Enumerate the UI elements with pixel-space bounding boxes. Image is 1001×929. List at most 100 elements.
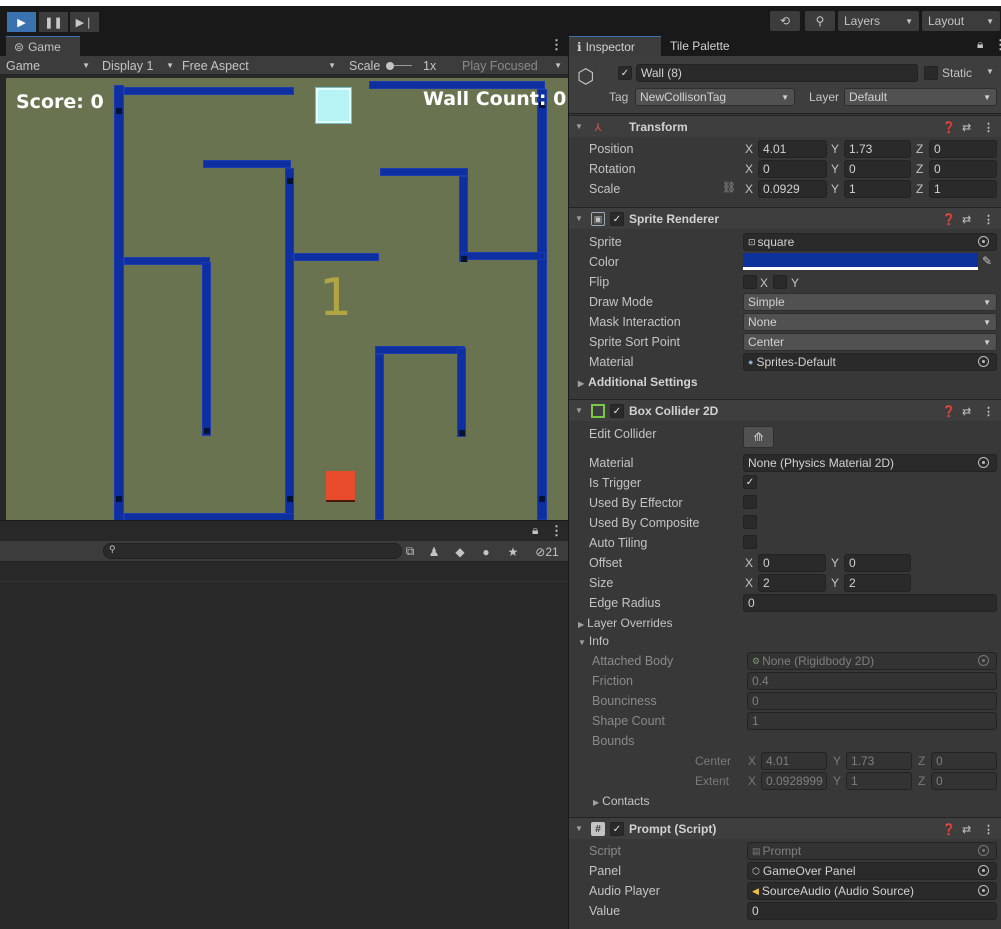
presets-icon[interactable]: ⇄: [962, 121, 971, 134]
search-input[interactable]: ⚲: [103, 543, 402, 559]
static-dropdown-icon[interactable]: ▼: [986, 67, 994, 76]
collider-material-field[interactable]: None (Physics Material 2D): [743, 454, 997, 472]
game-view[interactable]: 1 Score: 0 Wall Count: 0: [6, 78, 568, 520]
contacts-foldout[interactable]: ▶ Contacts: [593, 794, 650, 808]
object-picker-icon[interactable]: [978, 457, 989, 468]
aspect-dropdown[interactable]: Free Aspect: [182, 56, 342, 75]
bounciness-field: 0: [747, 692, 997, 710]
step-button[interactable]: ▶❘: [70, 12, 99, 32]
component-menu-icon[interactable]: ⋮: [983, 213, 994, 226]
draw-mode-dropdown[interactable]: Simple: [743, 293, 997, 311]
rotation-x-field[interactable]: 0: [758, 160, 827, 178]
play-focused-dropdown[interactable]: Play Focused: [462, 56, 568, 75]
component-menu-icon[interactable]: ⋮: [983, 405, 994, 418]
error-icon[interactable]: ●: [478, 544, 494, 559]
filter-assets-icon[interactable]: ♟: [426, 544, 442, 559]
prompt-script-enabled-checkbox[interactable]: ✓: [610, 822, 624, 836]
audio-player-field[interactable]: ◀ SourceAudio (Audio Source): [747, 882, 997, 900]
layers-dropdown[interactable]: Layers: [838, 11, 919, 31]
used-by-effector-checkbox[interactable]: [743, 495, 757, 509]
presets-icon[interactable]: ⇄: [962, 823, 971, 836]
history-button[interactable]: ⟲: [770, 11, 800, 31]
transform-header[interactable]: ▼ ⅄ Transform ❓ ⇄ ⋮: [569, 115, 1001, 137]
object-picker-icon[interactable]: [978, 865, 989, 876]
score-text: Score: 0: [16, 91, 104, 113]
bounds-extent-label: Extent: [695, 774, 730, 788]
object-picker-icon[interactable]: [978, 356, 989, 367]
scale-y-field[interactable]: 1: [844, 180, 911, 198]
tab-game[interactable]: ⊜ Game: [6, 36, 80, 56]
help-icon[interactable]: ❓: [942, 121, 956, 134]
offset-y-field[interactable]: 0: [844, 554, 911, 572]
scale-slider-handle[interactable]: [386, 61, 394, 70]
eyedropper-icon[interactable]: ✎: [982, 254, 992, 268]
offset-x-field[interactable]: 0: [758, 554, 826, 572]
help-icon[interactable]: ❓: [942, 405, 956, 418]
material-field[interactable]: ● Sprites-Default: [743, 353, 997, 371]
help-icon[interactable]: ❓: [942, 213, 956, 226]
object-picker-icon[interactable]: [978, 885, 989, 896]
scale-x-field[interactable]: 0.0929: [758, 180, 827, 198]
box-collider-header[interactable]: ▼ ✓ Box Collider 2D ❓ ⇄ ⋮: [569, 399, 1001, 421]
game-panel-menu-icon[interactable]: ⋮: [550, 37, 563, 53]
display-dropdown[interactable]: Display 1: [102, 56, 180, 75]
flip-y-checkbox[interactable]: [773, 275, 787, 289]
auto-tiling-checkbox[interactable]: [743, 535, 757, 549]
size-y-field[interactable]: 2: [844, 574, 911, 592]
additional-settings-foldout[interactable]: ▶ Additional Settings: [578, 375, 698, 389]
size-x-field[interactable]: 2: [758, 574, 826, 592]
component-menu-icon[interactable]: ⋮: [983, 823, 994, 836]
rotation-y-field[interactable]: 0: [844, 160, 911, 178]
search-button[interactable]: ⚲: [805, 11, 835, 31]
edit-collider-button[interactable]: ⟰: [743, 426, 774, 448]
tab-inspector[interactable]: ℹ Inspector: [569, 36, 661, 56]
mask-interaction-dropdown[interactable]: None: [743, 313, 997, 331]
layer-overrides-foldout[interactable]: ▶ Layer Overrides: [578, 616, 673, 630]
sprite-field[interactable]: ⊡ square: [743, 233, 997, 251]
object-picker-icon[interactable]: [978, 236, 989, 247]
presets-icon[interactable]: ⇄: [962, 405, 971, 418]
used-by-composite-checkbox[interactable]: [743, 515, 757, 529]
help-icon[interactable]: ❓: [942, 823, 956, 836]
flip-x-checkbox[interactable]: [743, 275, 757, 289]
inspector-menu-icon[interactable]: ⋮: [994, 37, 1001, 53]
value-field[interactable]: 0: [747, 902, 997, 920]
presets-icon[interactable]: ⇄: [962, 213, 971, 226]
sprite-renderer-header[interactable]: ▼ ▣ ✓ Sprite Renderer ❓ ⇄ ⋮: [569, 207, 1001, 229]
component-menu-icon[interactable]: ⋮: [983, 121, 994, 134]
position-y-field[interactable]: 1.73: [844, 140, 911, 158]
play-button[interactable]: ▶: [7, 12, 36, 32]
tab-tile-palette[interactable]: Tile Palette: [662, 36, 738, 56]
active-checkbox[interactable]: ✓: [618, 66, 632, 80]
object-name-field[interactable]: Wall (8): [636, 64, 918, 82]
scale-slider[interactable]: [386, 56, 418, 75]
position-z-field[interactable]: 0: [929, 140, 997, 158]
edge-radius-field[interactable]: 0: [743, 594, 997, 612]
sort-point-dropdown[interactable]: Center: [743, 333, 997, 351]
layer-dropdown[interactable]: Default: [844, 88, 997, 106]
info-foldout[interactable]: ▼ Info: [578, 634, 609, 648]
static-checkbox[interactable]: [924, 66, 938, 80]
panel-field[interactable]: ⬡ GameOver Panel: [747, 862, 997, 880]
display-mode-dropdown[interactable]: Game: [6, 56, 96, 75]
prompt-script-header[interactable]: ▼ # ✓ Prompt (Script) ❓ ⇄ ⋮: [569, 817, 1001, 839]
constrain-proportions-icon[interactable]: ⛓: [722, 181, 736, 194]
box-collider-enabled-checkbox[interactable]: ✓: [610, 404, 624, 418]
bottom-panel-menu-icon[interactable]: ⋮: [550, 523, 563, 539]
layout-dropdown[interactable]: Layout: [922, 11, 1000, 31]
lock-icon[interactable]: 🔒︎: [532, 523, 538, 538]
pause-button[interactable]: ❚❚: [39, 12, 68, 32]
script-field: ▤ Prompt: [747, 842, 997, 860]
lock-icon[interactable]: 🔒︎: [977, 37, 983, 52]
star-icon[interactable]: ★: [505, 544, 521, 559]
sprite-renderer-enabled-checkbox[interactable]: ✓: [610, 212, 624, 226]
filter-type-icon[interactable]: ⧉: [402, 544, 418, 559]
hidden-packages-button[interactable]: ⊘ 21: [530, 544, 564, 559]
tag-dropdown[interactable]: NewCollisonTag: [635, 88, 795, 106]
label-icon[interactable]: ◆: [452, 544, 468, 559]
rotation-z-field[interactable]: 0: [929, 160, 997, 178]
color-swatch[interactable]: [743, 253, 978, 270]
scale-z-field[interactable]: 1: [929, 180, 997, 198]
position-x-field[interactable]: 4.01: [758, 140, 827, 158]
is-trigger-checkbox[interactable]: ✓: [743, 475, 757, 489]
